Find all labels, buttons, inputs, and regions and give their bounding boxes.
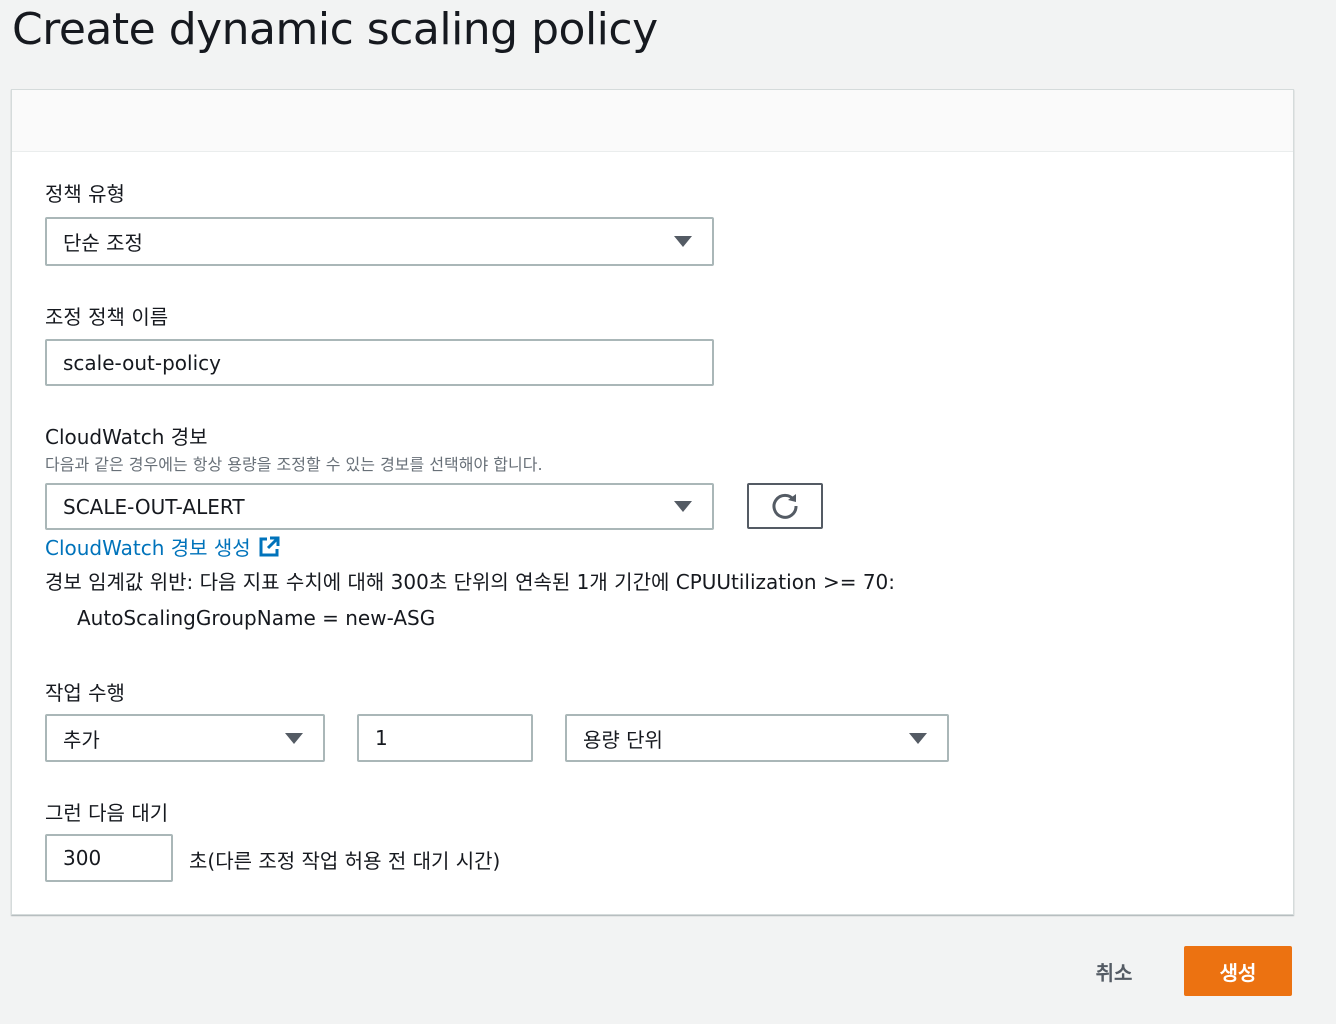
alarm-select[interactable]: SCALE-OUT-ALERT [45,483,714,530]
caret-down-icon [909,732,927,744]
create-button[interactable]: 생성 [1184,946,1292,996]
refresh-icon [772,493,798,519]
action-operation-select[interactable]: 추가 [45,714,325,762]
policy-type-label: 정책 유형 [45,182,125,206]
action-label: 작업 수행 [45,681,125,705]
page-title: Create dynamic scaling policy [12,4,658,55]
action-unit-value: 용량 단위 [583,727,663,752]
wait-seconds-value: 300 [63,846,102,870]
alarm-label: CloudWatch 경보 [45,425,208,449]
caret-down-icon [285,732,303,744]
wait-suffix: 초(다른 조정 작업 허용 전 대기 시간) [189,849,501,873]
policy-name-value: scale-out-policy [63,350,221,375]
policy-type-select[interactable]: 단순 조정 [45,217,714,266]
action-amount-input[interactable]: 1 [357,714,533,762]
create-alarm-link-label: CloudWatch 경보 생성 [45,536,251,560]
wait-seconds-input[interactable]: 300 [45,834,173,882]
caret-down-icon [674,501,692,512]
policy-name-input[interactable]: scale-out-policy [45,339,714,386]
action-unit-select[interactable]: 용량 단위 [565,714,949,762]
policy-type-value: 단순 조정 [63,231,143,255]
refresh-button[interactable] [747,483,823,529]
alarm-value: SCALE-OUT-ALERT [63,494,245,519]
policy-name-label: 조정 정책 이름 [45,305,169,329]
alarm-dimension: AutoScalingGroupName = new-ASG [77,606,436,630]
action-operation-value: 추가 [63,727,100,752]
wait-label: 그런 다음 대기 [45,801,169,825]
alarm-description: 다음과 같은 경우에는 항상 용량을 조정할 수 있는 경보를 선택해야 합니다… [45,455,543,474]
action-amount-value: 1 [375,726,388,750]
alarm-breach-text: 경보 임계값 위반: 다음 지표 수치에 대해 300초 단위의 연속된 1개 … [45,570,896,594]
create-alarm-link[interactable]: CloudWatch 경보 생성 [45,532,281,561]
panel-header [12,90,1293,152]
cancel-button[interactable]: 취소 [1078,947,1150,995]
form-panel: 정책 유형 단순 조정 조정 정책 이름 scale-out-policy Cl… [11,89,1294,915]
caret-down-icon [674,236,692,247]
external-link-icon [259,536,280,556]
